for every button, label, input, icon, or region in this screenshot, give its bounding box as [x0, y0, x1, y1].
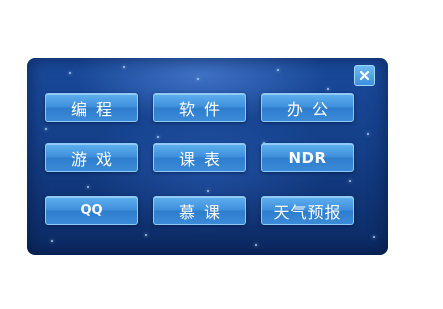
weather-button[interactable]: 天气预报	[261, 196, 354, 225]
programming-button[interactable]: 编程	[45, 93, 138, 122]
timetable-button[interactable]: 课表	[153, 143, 246, 172]
office-button[interactable]: 办公	[261, 93, 354, 122]
games-button[interactable]: 游戏	[45, 143, 138, 172]
mooc-button[interactable]: 慕课	[153, 196, 246, 225]
qq-button[interactable]: QQ	[45, 196, 138, 225]
ndr-button[interactable]: NDR	[261, 143, 354, 172]
close-button[interactable]	[354, 65, 375, 86]
launcher-panel: 编程 软件 办公 游戏 课表 NDR QQ 慕课 天气预报	[27, 58, 388, 255]
software-button[interactable]: 软件	[153, 93, 246, 122]
close-icon	[359, 70, 370, 81]
